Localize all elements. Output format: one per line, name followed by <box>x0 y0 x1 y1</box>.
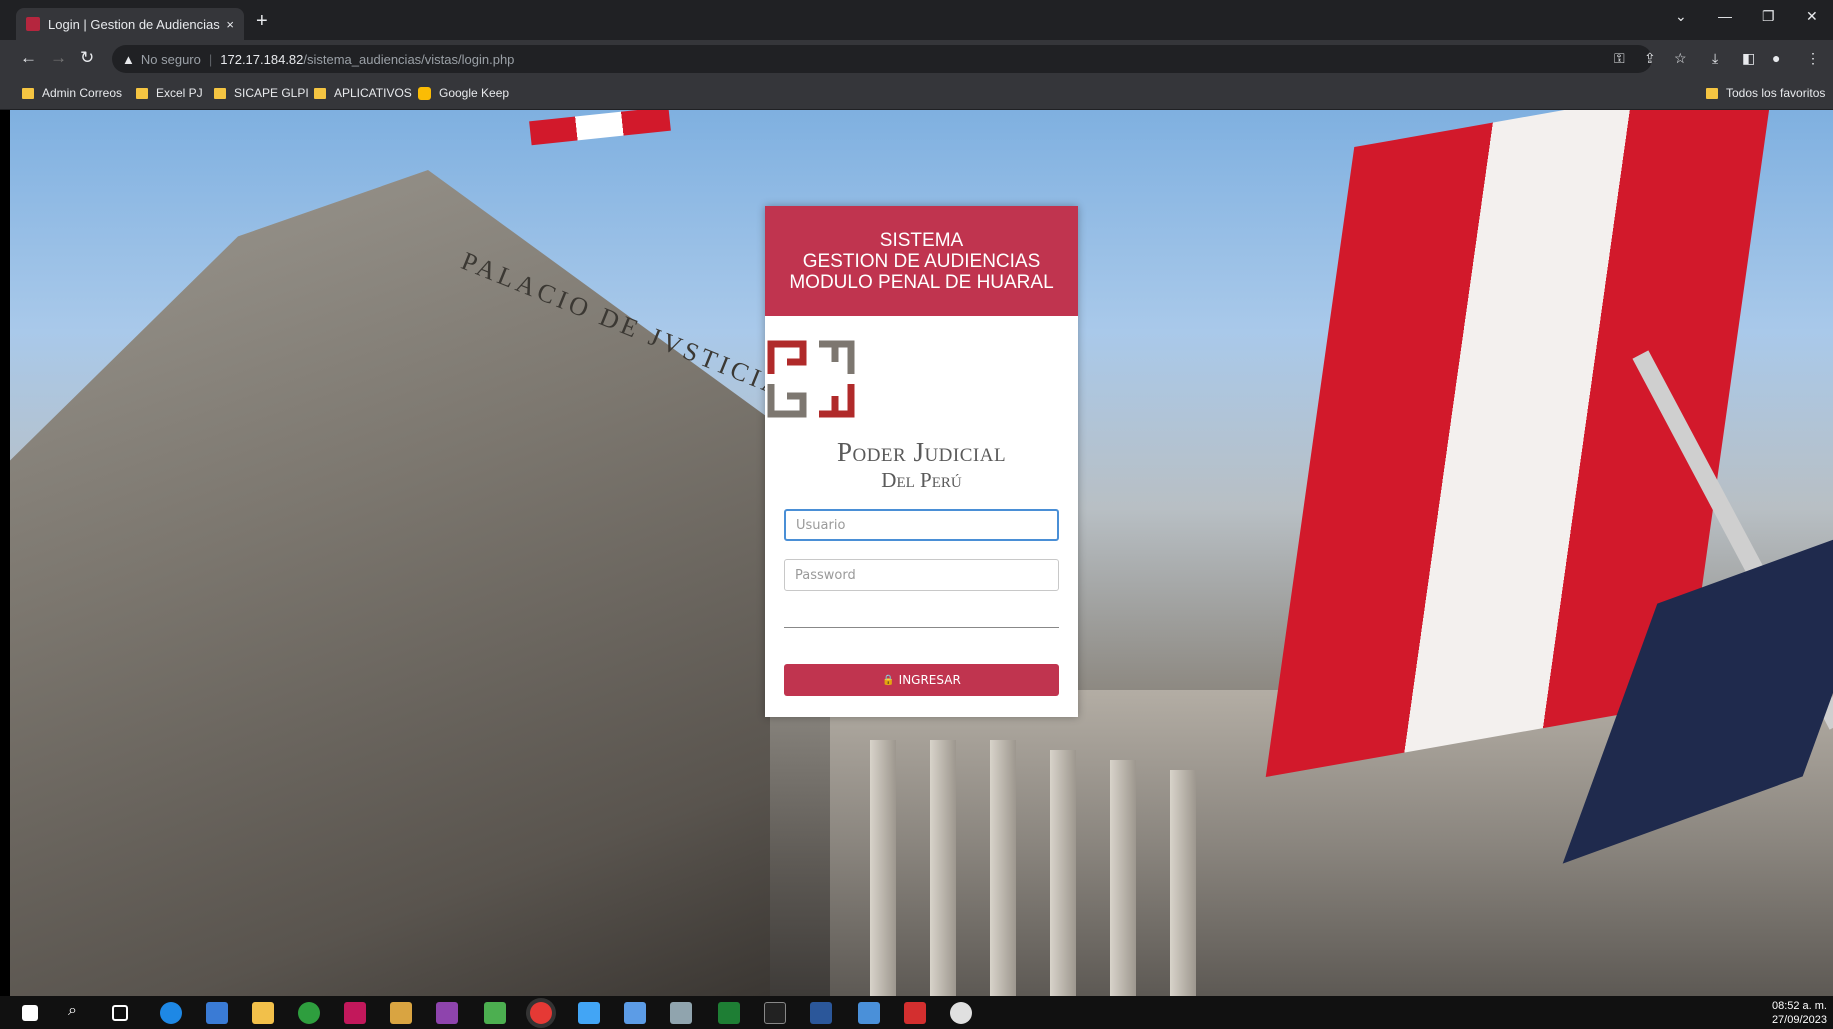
app-icon[interactable] <box>950 1002 972 1024</box>
organization-name: Poder Judicial Del Perú <box>765 437 1078 493</box>
download-icon[interactable]: ⤓ <box>1712 50 1718 67</box>
security-label[interactable]: No seguro <box>141 52 201 67</box>
folder-icon <box>22 87 34 99</box>
word-icon[interactable] <box>810 1002 832 1024</box>
password-input[interactable] <box>784 559 1059 591</box>
acrobat-icon[interactable] <box>904 1002 926 1024</box>
browser-tab[interactable]: Login | Gestion de Audiencias × <box>16 8 244 40</box>
all-bookmarks[interactable]: Todos los favoritos <box>1706 86 1825 100</box>
forward-icon[interactable]: → <box>50 48 67 68</box>
column <box>1110 760 1136 996</box>
org-name-line-1: Poder Judicial <box>836 437 1007 467</box>
terminal-icon[interactable] <box>764 1002 786 1024</box>
clock-date: 27/09/2023 <box>1771 1014 1827 1026</box>
close-window-icon[interactable]: ✕ <box>1806 8 1818 25</box>
bookmark-label: SICAPE GLPI <box>234 86 309 100</box>
share-icon[interactable]: ⇪ <box>1644 50 1656 67</box>
small-flag-image <box>529 110 671 146</box>
star-icon[interactable]: ☆ <box>1674 50 1687 67</box>
tab-close-icon[interactable]: × <box>226 17 234 32</box>
app-icon[interactable] <box>578 1002 600 1024</box>
site-favicon-icon <box>26 17 40 31</box>
submit-label: INGRESAR <box>898 673 961 687</box>
browser-toolbar: ← → ↻ ▲ No seguro | 172.17.184.82 /siste… <box>0 40 1833 78</box>
tab-title: Login | Gestion de Audiencias <box>48 16 220 32</box>
column <box>1170 770 1196 996</box>
tab-strip: Login | Gestion de Audiencias × + ⌄ — ❐ … <box>0 0 1833 40</box>
app-icon[interactable] <box>436 1002 458 1024</box>
page-viewport: PALACIO DE JVSTICIA SISTEMA GESTION DE A… <box>10 110 1833 996</box>
username-input[interactable] <box>784 509 1059 541</box>
back-icon[interactable]: ← <box>20 48 37 68</box>
column <box>1050 750 1076 996</box>
minimize-icon[interactable]: — <box>1718 8 1732 24</box>
palace-building-image <box>10 170 770 996</box>
bookmark-label: Todos los favoritos <box>1726 86 1826 100</box>
windows-start-icon[interactable] <box>22 1005 38 1021</box>
folder-icon <box>1706 87 1718 99</box>
new-tab-button[interactable]: + <box>256 10 268 33</box>
app-icon[interactable] <box>624 1002 646 1024</box>
org-name-line-2: Del Perú <box>881 468 962 492</box>
bookmark-label: APLICATIVOS <box>334 86 412 100</box>
archive-icon[interactable] <box>390 1002 412 1024</box>
folder-icon <box>314 87 326 99</box>
key-icon[interactable]: ⚿ <box>1614 50 1625 67</box>
restore-icon[interactable]: ❐ <box>1762 8 1775 25</box>
reload-icon[interactable]: ↻ <box>80 48 94 68</box>
column <box>870 740 896 996</box>
folder-icon <box>214 87 226 99</box>
excel-icon[interactable] <box>718 1002 740 1024</box>
app-icon[interactable] <box>344 1002 366 1024</box>
column <box>990 740 1016 996</box>
form-divider <box>784 627 1059 628</box>
network-map-icon[interactable] <box>206 1002 228 1024</box>
bookmark-google-keep[interactable]: Google Keep <box>418 86 509 100</box>
app-icon[interactable] <box>858 1002 880 1024</box>
profile-avatar-icon[interactable]: ● <box>1772 50 1780 66</box>
bookmark-aplicativos[interactable]: APLICATIVOS <box>314 86 412 100</box>
bookmark-excel-pj[interactable]: Excel PJ <box>136 86 203 100</box>
app-icon[interactable] <box>484 1002 506 1024</box>
poder-judicial-logo-icon <box>767 340 855 418</box>
address-separator: | <box>208 51 213 67</box>
url-host: 172.17.184.82 <box>220 51 304 67</box>
warning-icon: ▲ <box>122 51 135 67</box>
bookmark-admin-correos[interactable]: Admin Correos <box>22 86 122 100</box>
side-panel-icon[interactable]: ◧ <box>1742 50 1755 67</box>
header-line-1: SISTEMA <box>879 229 964 251</box>
chrome-icon[interactable] <box>530 1002 552 1024</box>
login-header: SISTEMA GESTION DE AUDIENCIAS MODULO PEN… <box>765 206 1078 316</box>
column <box>930 740 956 996</box>
bookmark-sicape-glpi[interactable]: SICAPE GLPI <box>214 86 309 100</box>
header-line-3: MODULO PENAL DE HUARAL <box>789 271 1054 293</box>
bookmark-label: Google Keep <box>439 86 510 100</box>
search-icon[interactable]: ⌕ <box>68 1002 90 1024</box>
task-view-icon[interactable] <box>112 1005 128 1021</box>
login-card: SISTEMA GESTION DE AUDIENCIAS MODULO PEN… <box>765 206 1078 717</box>
windows-taskbar: ⌕ 08:52 a. m. 27/09/2023 <box>0 996 1833 1029</box>
header-line-2: GESTION DE AUDIENCIAS <box>802 250 1041 272</box>
bookmark-label: Excel PJ <box>156 86 203 100</box>
file-explorer-icon[interactable] <box>252 1002 274 1024</box>
clock-time: 08:52 a. m. <box>1771 1000 1827 1012</box>
google-keep-icon <box>418 86 431 100</box>
login-submit-button[interactable]: 🔒 INGRESAR <box>784 664 1059 696</box>
url-path: /sistema_audiencias/vistas/login.php <box>303 51 515 67</box>
menu-icon[interactable]: ⋮ <box>1806 50 1820 67</box>
tab-search-icon[interactable]: ⌄ <box>1675 8 1687 25</box>
system-clock[interactable]: 08:52 a. m. 27/09/2023 <box>1772 999 1827 1027</box>
internet-explorer-icon[interactable] <box>160 1002 182 1024</box>
bookmark-label: Admin Correos <box>42 86 123 100</box>
bookmarks-bar: Admin Correos Excel PJ SICAPE GLPI APLIC… <box>0 78 1833 110</box>
app-icon[interactable] <box>670 1002 692 1024</box>
media-app-icon[interactable] <box>298 1002 320 1024</box>
folder-icon <box>136 87 148 99</box>
lock-icon: 🔒 <box>882 674 895 686</box>
address-bar[interactable]: ▲ No seguro | 172.17.184.82 /sistema_aud… <box>112 45 1652 73</box>
